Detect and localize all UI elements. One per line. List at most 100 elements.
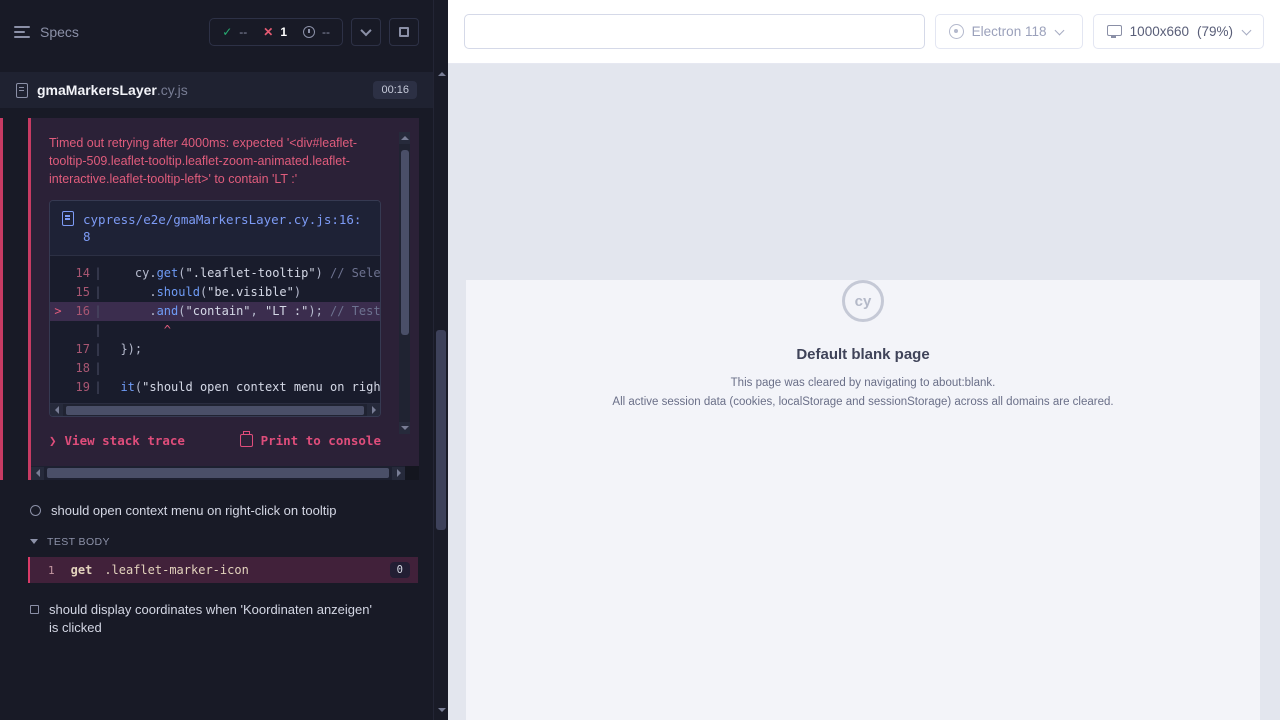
stop-tests-button[interactable] xyxy=(389,18,419,46)
command-log-entry[interactable]: 1 get .leaflet-marker-icon 0 xyxy=(28,557,418,583)
viewport-icon xyxy=(1107,25,1122,36)
specs-label: Specs xyxy=(40,24,79,40)
scroll-thumb[interactable] xyxy=(436,330,446,530)
clock-icon xyxy=(303,26,315,38)
code-line: 19| it("should open context menu on righ xyxy=(50,378,380,397)
code-line: 17| }); xyxy=(50,340,380,359)
scroll-thumb[interactable] xyxy=(66,406,364,415)
viewport-selector[interactable]: 1000x660 (79%) xyxy=(1093,14,1264,49)
scroll-right-arrow[interactable] xyxy=(367,404,380,417)
test-stats: ✓ -- ✕ 1 -- xyxy=(209,18,343,46)
stack-trace-label: View stack trace xyxy=(65,433,185,448)
scroll-thumb[interactable] xyxy=(401,150,409,335)
error-horizontal-scrollbar[interactable] xyxy=(31,466,405,480)
print-label: Print to console xyxy=(261,433,381,448)
printer-icon xyxy=(240,434,253,447)
chevron-down-icon xyxy=(30,539,38,548)
code-line: >16| .and("contain", "LT :"); // Test xyxy=(50,302,380,321)
test-body-toggle[interactable]: TEST BODY xyxy=(0,528,433,554)
scroll-track xyxy=(399,144,410,422)
scroll-down-arrow[interactable] xyxy=(437,704,446,713)
test-item-queued[interactable]: should display coordinates when 'Koordin… xyxy=(0,593,433,645)
reporter-scroll-area: Timed out retrying after 4000ms: expecte… xyxy=(0,108,433,720)
check-icon: ✓ xyxy=(222,25,232,39)
viewport-zoom: (79%) xyxy=(1197,24,1233,39)
error-file-link[interactable]: cypress/e2e/gmaMarkersLayer.cy.js:16:8 xyxy=(83,211,368,245)
electron-browser-icon xyxy=(949,24,964,39)
browser-label: Electron 118 xyxy=(972,24,1047,39)
test-title: should display coordinates when 'Koordin… xyxy=(49,601,383,637)
error-vertical-scrollbar[interactable] xyxy=(399,132,410,434)
test-item-running[interactable]: should open context menu on right-click … xyxy=(0,494,433,528)
aut-stage: cy Default blank page This page was clea… xyxy=(448,64,1280,720)
test-queued-icon xyxy=(30,605,39,614)
cypress-logo: cy xyxy=(842,280,884,322)
code-line: | ^ xyxy=(50,321,380,340)
spec-name[interactable]: gmaMarkersLayer.cy.js xyxy=(37,82,188,98)
spec-name-base: gmaMarkersLayer xyxy=(37,82,157,98)
spec-name-ext: .cy.js xyxy=(157,82,188,98)
error-message: Timed out retrying after 4000ms: expecte… xyxy=(49,134,381,188)
error-actions: ❯ View stack trace Print to console xyxy=(49,433,381,448)
code-frame-code: 14| cy.get(".leaflet-tooltip") // Sele 1… xyxy=(50,256,380,403)
test-error-panel: Timed out retrying after 4000ms: expecte… xyxy=(28,118,419,480)
command-message: .leaflet-marker-icon xyxy=(104,563,249,577)
blank-page-line1: This page was cleared by navigating to a… xyxy=(466,375,1260,391)
scroll-left-arrow[interactable] xyxy=(50,404,63,417)
scroll-thumb[interactable] xyxy=(47,468,389,478)
code-horizontal-scrollbar[interactable] xyxy=(50,403,380,416)
chevron-down-icon xyxy=(1055,25,1065,35)
code-frame: cypress/e2e/gmaMarkersLayer.cy.js:16:8 1… xyxy=(49,200,381,417)
viewport-size: 1000x660 xyxy=(1130,24,1189,39)
passed-count: -- xyxy=(239,25,247,39)
reporter-scrollbar[interactable] xyxy=(433,0,448,720)
test-running-icon xyxy=(30,505,41,516)
stop-icon xyxy=(399,27,409,37)
spec-duration-badge: 00:16 xyxy=(373,81,417,99)
code-line: 15| .should("be.visible") xyxy=(50,283,380,302)
blank-page-line2: All active session data (cookies, localS… xyxy=(466,394,1260,410)
pending-count: -- xyxy=(322,25,330,39)
reporter-header: Specs ✓ -- ✕ 1 -- xyxy=(0,0,433,64)
command-number: 1 xyxy=(48,564,55,577)
blank-page-title: Default blank page xyxy=(466,346,1260,363)
scroll-right-arrow[interactable] xyxy=(392,467,405,480)
scroll-up-arrow[interactable] xyxy=(399,132,410,144)
reporter-panel: Specs ✓ -- ✕ 1 -- gmaMarkersLayer.cy.js xyxy=(0,0,433,720)
specs-menu-button[interactable]: Specs xyxy=(14,24,79,40)
test-title: should open context menu on right-click … xyxy=(51,502,336,520)
code-line: 18| xyxy=(50,359,380,378)
command-count-badge: 0 xyxy=(390,562,410,578)
spec-header: gmaMarkersLayer.cy.js 00:16 xyxy=(0,72,433,108)
scroll-up-arrow[interactable] xyxy=(437,68,446,77)
scroll-down-arrow[interactable] xyxy=(399,422,410,434)
aut-iframe[interactable]: cy Default blank page This page was clea… xyxy=(466,280,1260,720)
failed-test-edge xyxy=(0,118,3,480)
browser-bar: Electron 118 1000x660 (79%) xyxy=(448,0,1280,64)
stat-failed: ✕ 1 xyxy=(263,25,287,39)
code-frame-header: cypress/e2e/gmaMarkersLayer.cy.js:16:8 xyxy=(50,201,380,256)
test-body-label: TEST BODY xyxy=(47,536,110,548)
stat-pending: -- xyxy=(303,25,330,39)
chevron-down-icon xyxy=(1242,25,1252,35)
test-list: should open context menu on right-click … xyxy=(0,494,433,645)
spec-file-icon xyxy=(16,83,28,98)
browser-selector[interactable]: Electron 118 xyxy=(935,14,1083,49)
stat-passed: ✓ -- xyxy=(222,25,247,39)
failed-count: 1 xyxy=(280,25,287,39)
scroll-left-arrow[interactable] xyxy=(31,467,44,480)
runner-panel: Electron 118 1000x660 (79%) cy Default b… xyxy=(448,0,1280,720)
chevron-right-icon: ❯ xyxy=(49,433,57,448)
code-file-icon xyxy=(62,211,74,226)
command-name: get xyxy=(71,563,93,577)
specs-list-icon xyxy=(14,26,30,38)
scrollbar-corner xyxy=(405,466,419,480)
url-input[interactable] xyxy=(464,14,925,49)
chevron-down-icon xyxy=(360,25,371,36)
view-stack-trace-link[interactable]: ❯ View stack trace xyxy=(49,433,185,448)
code-line: 14| cy.get(".leaflet-tooltip") // Sele xyxy=(50,264,380,283)
x-icon: ✕ xyxy=(263,25,273,39)
collapse-button[interactable] xyxy=(351,18,381,46)
blank-page-content: cy Default blank page This page was clea… xyxy=(466,280,1260,410)
print-to-console-button[interactable]: Print to console xyxy=(240,433,381,448)
